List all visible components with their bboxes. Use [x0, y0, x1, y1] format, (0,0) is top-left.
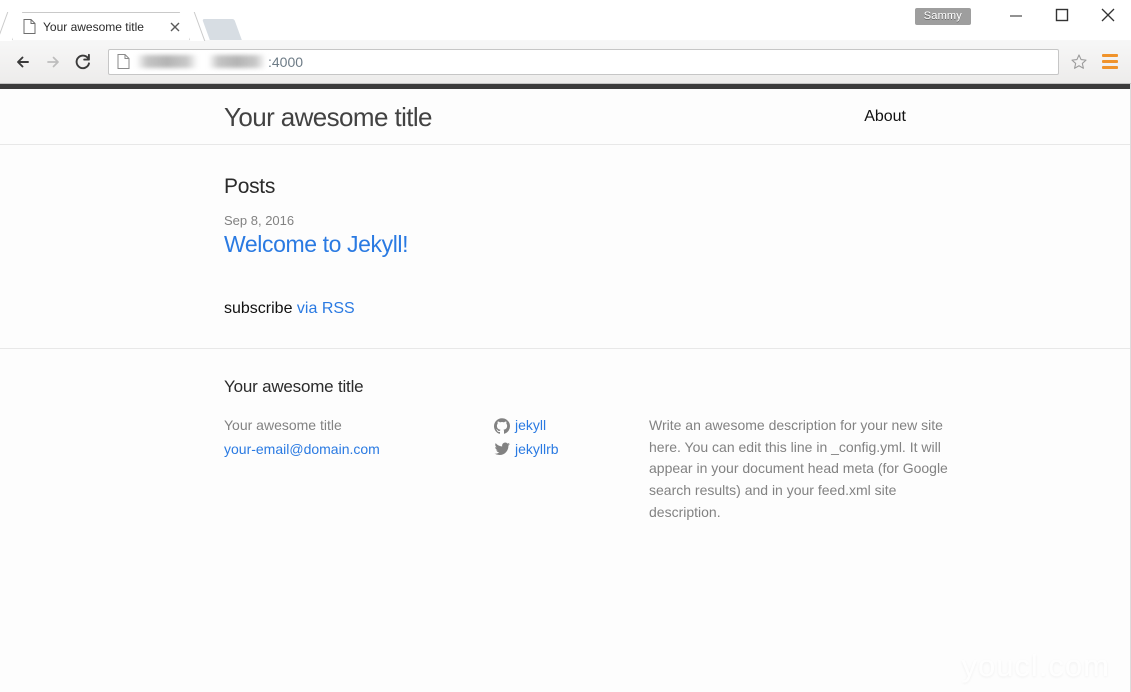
back-button[interactable] [8, 47, 37, 76]
rss-subscribe: subscribe via RSS [224, 300, 906, 318]
hamburger-menu-icon[interactable] [1097, 49, 1123, 75]
post-list: Sep 8, 2016 Welcome to Jekyll! [224, 213, 906, 260]
post-title-link[interactable]: Welcome to Jekyll! [224, 230, 906, 260]
address-bar-page-icon [117, 54, 130, 69]
menu-bar-3 [1102, 66, 1118, 69]
footer-column-social: jekyll jekyllrb [494, 415, 649, 523]
contact-list: Your awesome title your-email@domain.com [224, 415, 494, 460]
browser-window: Your awesome title Sammy:4000 Your awes… [0, 0, 1131, 692]
url-redacted-host-2 [208, 55, 266, 68]
posts-heading: Posts [224, 175, 276, 198]
new-tab-button[interactable] [202, 19, 242, 40]
social-media-list: jekyll jekyllrb [494, 415, 649, 460]
url-redacted-host [136, 55, 198, 68]
tab-favicon-page-icon [23, 19, 36, 34]
contact-list-item-name: Your awesome title [224, 416, 342, 433]
site-footer: Your awesome title Your awesome title yo… [0, 347, 1130, 523]
twitter-link[interactable]: jekyllrb [515, 439, 559, 461]
url-port: :4000 [268, 53, 304, 70]
window-controls: Sammy [914, 0, 1131, 30]
watermark: youcl.com [961, 648, 1110, 683]
browser-toolbar: :4000 [0, 40, 1131, 84]
window-close-button[interactable] [1085, 0, 1131, 30]
site-header: Your awesome title About [0, 89, 1130, 145]
twitter-icon [494, 441, 510, 457]
footer-heading: Your awesome title [224, 376, 364, 396]
menu-bar-2 [1102, 60, 1118, 63]
page-viewport: Your awesome title About Posts Sep 8, 20… [0, 84, 1131, 692]
tab-strip: Your awesome title [0, 10, 242, 40]
reload-button[interactable] [68, 47, 97, 76]
rss-subscribe-link[interactable]: via RSS [297, 300, 355, 317]
footer-column-contact: Your awesome title your-email@domain.com [224, 415, 494, 523]
nav-link-about[interactable]: About [864, 89, 906, 145]
tab-title: Your awesome title [43, 19, 144, 34]
page-content: Posts Sep 8, 2016 Welcome to Jekyll! sub… [0, 145, 1130, 348]
site-nav: About [864, 89, 906, 145]
window-minimize-button[interactable] [993, 0, 1039, 30]
address-bar[interactable]: :4000 [108, 48, 1059, 75]
tab-close-icon[interactable] [167, 19, 183, 35]
footer-email-link[interactable]: your-email@domain.com [224, 441, 380, 457]
github-link[interactable]: jekyll [515, 415, 546, 437]
rss-subscribe-text: subscribe [224, 299, 297, 317]
footer-description: Write an awesome description for your ne… [649, 416, 948, 520]
post-date: Sep 8, 2016 [224, 213, 295, 228]
site-title-link[interactable]: Your awesome title [224, 89, 433, 145]
github-icon [494, 417, 510, 434]
browser-titlebar: Your awesome title Sammy [0, 0, 1131, 40]
menu-bar-1 [1102, 54, 1118, 57]
contact-list-item-email: your-email@domain.com [224, 439, 494, 461]
browser-tab[interactable]: Your awesome title [12, 12, 190, 40]
post-list-item: Sep 8, 2016 Welcome to Jekyll! [224, 213, 906, 260]
forward-button[interactable] [38, 47, 67, 76]
footer-column-description: Write an awesome description for your ne… [649, 415, 969, 523]
social-item-github[interactable]: jekyll [494, 415, 649, 437]
footer-columns: Your awesome title your-email@domain.com [224, 415, 948, 523]
bookmark-star-icon[interactable] [1065, 49, 1093, 75]
social-item-twitter[interactable]: jekyllrb [494, 439, 649, 461]
profile-chip[interactable]: Sammy [914, 7, 971, 25]
address-bar-url: :4000 [136, 54, 303, 70]
window-maximize-button[interactable] [1039, 0, 1085, 30]
